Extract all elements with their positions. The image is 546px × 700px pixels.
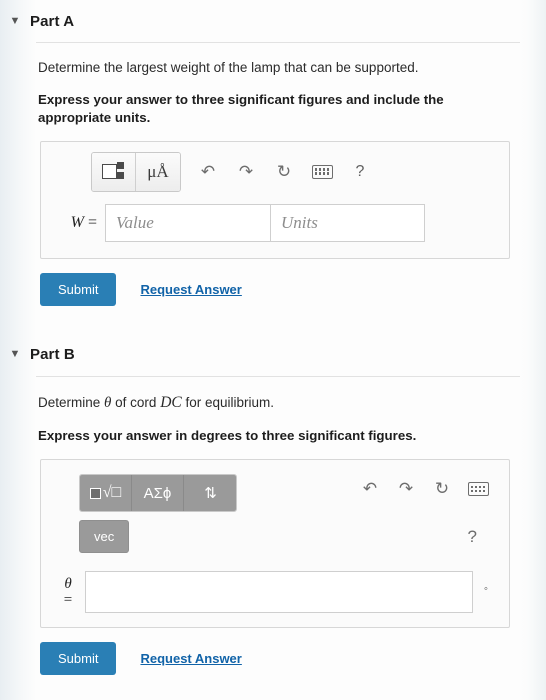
- part-a-submit-button[interactable]: Submit: [40, 272, 117, 306]
- updown-arrows-button[interactable]: ⇅: [184, 475, 236, 512]
- part-a-field-row: W = Value Units: [41, 200, 509, 258]
- part-a-field-label: W =: [70, 213, 97, 231]
- part-b-prompt: Determine θ of cord DC for equilibrium.: [38, 393, 510, 414]
- part-b-vec-row: vec ?: [41, 512, 509, 554]
- keyboard-button[interactable]: [467, 478, 489, 500]
- part-b-title: Part B: [30, 346, 75, 364]
- part-b-prompt-cord: DC: [160, 393, 182, 411]
- part-b-field-row: θ = ◦: [41, 553, 509, 619]
- part-a-units-placeholder: Units: [281, 212, 318, 232]
- sqrt-icon: √□: [89, 484, 121, 502]
- part-b-toolbar-group: √□ ΑΣϕ ⇅: [79, 474, 237, 513]
- part-b-answer-input[interactable]: [85, 571, 473, 614]
- greek-symbols-button[interactable]: ΑΣϕ: [132, 475, 184, 512]
- units-button[interactable]: μÅ: [136, 152, 180, 191]
- part-b-prompt-post: for equilibrium.: [181, 394, 275, 410]
- part-b-prompt-mid: of cord: [111, 394, 161, 410]
- part-a-content: Determine the largest weight of the lamp…: [0, 59, 546, 306]
- part-b-header[interactable]: ▼ Part B: [0, 334, 546, 376]
- part-b-toolbar-right: ↶ ↷ ↻: [359, 474, 495, 500]
- part-a-prompt: Determine the largest weight of the lamp…: [38, 60, 419, 75]
- keyboard-icon: [311, 164, 333, 179]
- undo-button[interactable]: ↶: [189, 153, 227, 191]
- help-button[interactable]: ?: [468, 527, 495, 547]
- redo-button[interactable]: ↷: [395, 478, 417, 500]
- part-b-degree-unit: ◦: [484, 583, 488, 596]
- redo-button[interactable]: ↷: [227, 153, 265, 191]
- part-b-label-symbol: θ: [64, 575, 72, 592]
- part-b-instruction: Express your answer in degrees to three …: [38, 428, 417, 444]
- part-b-submit-button[interactable]: Submit: [40, 642, 117, 676]
- part-a-toolbar: μÅ ↶ ↷ ↻ ?: [41, 142, 509, 200]
- undo-button[interactable]: ↶: [359, 478, 381, 500]
- math-template-button[interactable]: [92, 152, 136, 191]
- help-button[interactable]: ?: [341, 153, 379, 191]
- part-a-collapse-caret-icon[interactable]: ▼: [0, 15, 30, 27]
- part-b-answer-box: √□ ΑΣϕ ⇅ ↶ ↷ ↻ vec ? θ = ◦: [40, 459, 510, 629]
- part-b-request-answer-link[interactable]: Request Answer: [140, 651, 241, 666]
- part-b-divider: [0, 375, 546, 377]
- part-a-answer-box: μÅ ↶ ↷ ↻ ? W = Value Units: [40, 140, 510, 259]
- part-a-units-input[interactable]: Units: [271, 203, 425, 242]
- part-a-template-group: μÅ: [91, 151, 181, 192]
- part-b-actions: Submit Request Answer: [40, 642, 510, 676]
- reset-button[interactable]: ↻: [265, 153, 303, 191]
- part-a-value-placeholder: Value: [116, 212, 154, 232]
- sqrt-button[interactable]: √□: [80, 475, 132, 512]
- keyboard-button[interactable]: [303, 153, 341, 191]
- part-b-toolbar: √□ ΑΣϕ ⇅ ↶ ↷ ↻: [41, 460, 509, 513]
- keyboard-icon: [467, 482, 489, 497]
- part-a-instruction: Express your answer to three significant…: [38, 92, 444, 125]
- part-a-title: Part A: [30, 12, 75, 30]
- part-b-label-equals: =: [63, 592, 73, 609]
- part-a-value-input[interactable]: Value: [105, 203, 271, 242]
- math-template-icon: [101, 161, 126, 182]
- part-a-header[interactable]: ▼ Part A: [0, 0, 546, 42]
- vector-button[interactable]: vec: [79, 520, 130, 554]
- part-b-field-label: θ =: [51, 576, 85, 609]
- exercise-page: ▼ Part A Determine the largest weight of…: [0, 0, 546, 700]
- part-b-collapse-caret-icon[interactable]: ▼: [0, 349, 30, 360]
- part-a-actions: Submit Request Answer: [40, 272, 510, 306]
- part-a-request-answer-link[interactable]: Request Answer: [140, 282, 241, 297]
- micro-angstrom-icon: μÅ: [147, 162, 169, 182]
- part-a-divider: [0, 42, 546, 43]
- part-b-content: Determine θ of cord DC for equilibrium. …: [0, 393, 546, 676]
- reset-button[interactable]: ↻: [431, 478, 453, 500]
- part-b-prompt-pre: Determine: [38, 394, 105, 410]
